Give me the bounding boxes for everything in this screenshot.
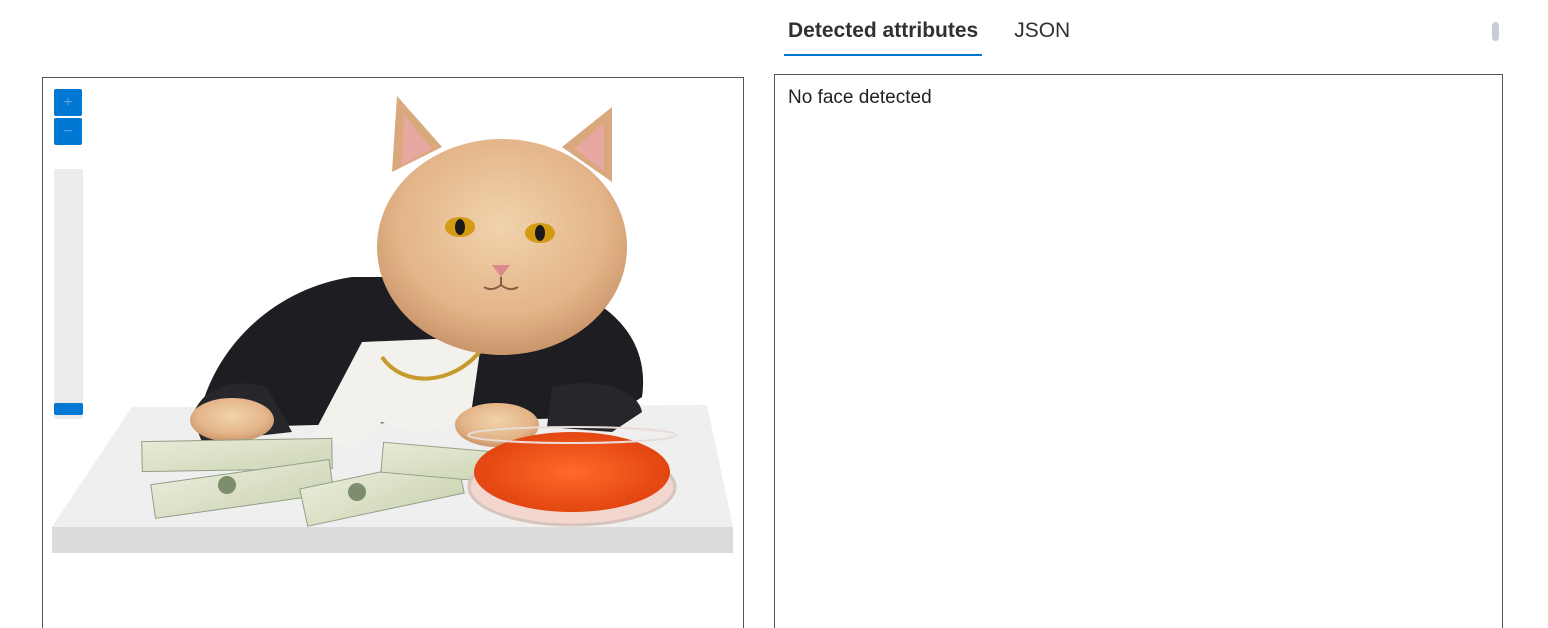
zoom-in-button[interactable]: + bbox=[54, 89, 82, 116]
scrollbar-thumb[interactable] bbox=[1492, 22, 1499, 41]
face-detection-page: + − Detected attributes JSON No face det… bbox=[0, 0, 1548, 628]
image-viewer[interactable]: + − bbox=[42, 77, 744, 628]
tab-json[interactable]: JSON bbox=[1010, 10, 1074, 56]
no-face-message: No face detected bbox=[788, 87, 932, 108]
results-panel: No face detected bbox=[774, 74, 1503, 628]
zoom-out-button[interactable]: − bbox=[54, 118, 82, 145]
result-tabs: Detected attributes JSON bbox=[784, 10, 1102, 58]
zoom-slider-thumb[interactable] bbox=[54, 403, 83, 415]
zoom-slider[interactable] bbox=[54, 169, 83, 419]
uploaded-photo bbox=[52, 87, 733, 553]
tab-detected-attributes[interactable]: Detected attributes bbox=[784, 10, 983, 56]
